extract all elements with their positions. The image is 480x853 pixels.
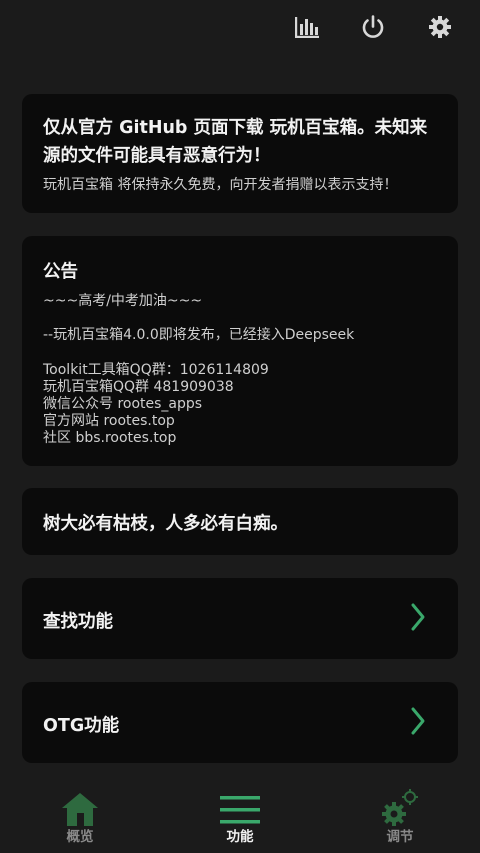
gear-icon: [429, 16, 451, 38]
menu-item-label: OTG功能: [43, 716, 120, 736]
quote-text: 树大必有枯枝，人多必有白痴。: [43, 514, 288, 534]
menu-item-otg-functions[interactable]: OTG功能: [22, 682, 458, 763]
power-button[interactable]: [358, 12, 388, 42]
tab-functions[interactable]: 功能: [180, 780, 300, 853]
notice-line: 社区 bbs.rootes.top: [43, 430, 177, 446]
notice-card: 公告 ~~~高考/中考加油~~~ --玩机百宝箱4.0.0即将发布，已经接入De…: [22, 236, 458, 466]
gears-icon: [382, 789, 418, 826]
tab-label: 功能: [226, 829, 254, 845]
warning-title: 仅从官方 GitHub 页面下载 玩机百宝箱。未知来源的文件可能具有恶意行为！: [43, 118, 428, 166]
tab-label: 概览: [66, 829, 94, 845]
tab-overview[interactable]: 概览: [20, 780, 140, 853]
tab-adjust[interactable]: 调节: [340, 780, 460, 853]
warning-card[interactable]: 仅从官方 GitHub 页面下载 玩机百宝箱。未知来源的文件可能具有恶意行为！ …: [22, 94, 458, 213]
top-bar: [0, 0, 480, 60]
chart-button[interactable]: [292, 12, 322, 42]
power-icon: [362, 15, 384, 38]
menu-icon: [220, 796, 260, 824]
quote-card: 树大必有枯枝，人多必有白痴。: [22, 488, 458, 555]
bottom-nav: 概览 功能 调节: [0, 780, 480, 853]
chart-icon: [295, 17, 319, 38]
menu-item-search-functions[interactable]: 查找功能: [22, 578, 458, 659]
tab-label: 调节: [386, 829, 414, 845]
warning-subtitle: 玩机百宝箱 将保持永久免费，向开发者捐赠以表示支持！: [43, 177, 398, 193]
chevron-right-icon: [411, 603, 425, 631]
settings-button[interactable]: [425, 12, 455, 42]
notice-title: 公告: [43, 262, 78, 282]
chevron-right-icon: [411, 707, 425, 735]
notice-line: ~~~高考/中考加油~~~: [43, 293, 203, 309]
menu-item-label: 查找功能: [43, 612, 113, 632]
home-icon: [62, 793, 98, 826]
notice-line: --玩机百宝箱4.0.0即将发布，已经接入Deepseek: [43, 327, 355, 343]
